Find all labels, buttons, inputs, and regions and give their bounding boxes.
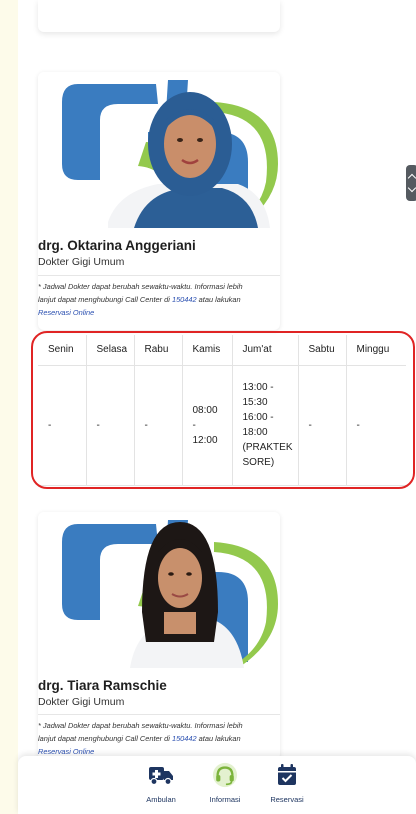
nav-informasi-label: Informasi bbox=[209, 795, 241, 804]
call-center-link[interactable]: 150442 bbox=[172, 295, 197, 304]
nav-ambulan-label: Ambulan bbox=[146, 795, 176, 804]
header-sabtu: Sabtu bbox=[297, 335, 347, 366]
schedule-row: - - - 08:00 - 12:00 13:00 - 15:30 16:00 … bbox=[38, 364, 406, 486]
header-senin: Senin bbox=[38, 335, 87, 366]
nav-informasi[interactable]: Informasi bbox=[190, 762, 260, 804]
schedule-header-row: Senin Selasa Rabu Kamis Jum'at Sabtu Min… bbox=[38, 335, 406, 366]
nav-reservasi[interactable]: Reservasi bbox=[252, 762, 322, 804]
header-kamis: Kamis bbox=[181, 335, 233, 366]
calendar-check-icon bbox=[278, 764, 296, 785]
cell-sabtu: - bbox=[297, 364, 347, 486]
bottom-navigation: Ambulan Informasi Reservasi bbox=[18, 756, 416, 814]
chevron-down-icon bbox=[407, 183, 416, 193]
divider bbox=[38, 275, 280, 276]
doctor-photo bbox=[38, 72, 280, 228]
header-rabu: Rabu bbox=[133, 335, 183, 366]
nav-reservasi-label: Reservasi bbox=[270, 795, 304, 804]
ambulance-icon bbox=[149, 767, 173, 786]
doctor-photo bbox=[38, 512, 280, 668]
headset-icon bbox=[212, 762, 238, 788]
left-strip bbox=[0, 0, 18, 814]
header-selasa: Selasa bbox=[85, 335, 135, 366]
schedule-note: * Jadwal Dokter dapat berubah sewaktu-wa… bbox=[38, 719, 282, 758]
online-reservation-link[interactable]: Reservasi Online bbox=[38, 306, 282, 319]
cell-rabu: - bbox=[133, 364, 183, 486]
header-minggu: Minggu bbox=[345, 335, 406, 366]
scroll-handle[interactable] bbox=[406, 165, 416, 201]
doctor-specialty: Dokter Gigi Umum bbox=[38, 696, 125, 708]
cell-kamis: 08:00 - 12:00 bbox=[181, 364, 233, 486]
divider bbox=[38, 714, 280, 715]
schedule-table: Senin Selasa Rabu Kamis Jum'at Sabtu Min… bbox=[38, 335, 406, 486]
cell-minggu: - bbox=[345, 364, 406, 486]
nav-ambulan[interactable]: Ambulan bbox=[126, 762, 196, 804]
cell-jumat: 13:00 - 15:30 16:00 - 18:00 (PRAKTEK SOR… bbox=[231, 364, 299, 486]
chevron-up-icon bbox=[407, 173, 416, 183]
header-jumat: Jum'at bbox=[231, 335, 299, 366]
previous-doctor-card bbox=[38, 0, 280, 32]
cell-selasa: - bbox=[85, 364, 135, 486]
cell-senin: - bbox=[38, 364, 87, 486]
doctor-name: drg. Oktarina Anggeriani bbox=[38, 238, 196, 253]
doctor-specialty: Dokter Gigi Umum bbox=[38, 256, 125, 268]
call-center-link[interactable]: 150442 bbox=[172, 734, 197, 743]
doctor-name: drg. Tiara Ramschie bbox=[38, 678, 167, 693]
schedule-note: * Jadwal Dokter dapat berubah sewaktu-wa… bbox=[38, 280, 282, 319]
